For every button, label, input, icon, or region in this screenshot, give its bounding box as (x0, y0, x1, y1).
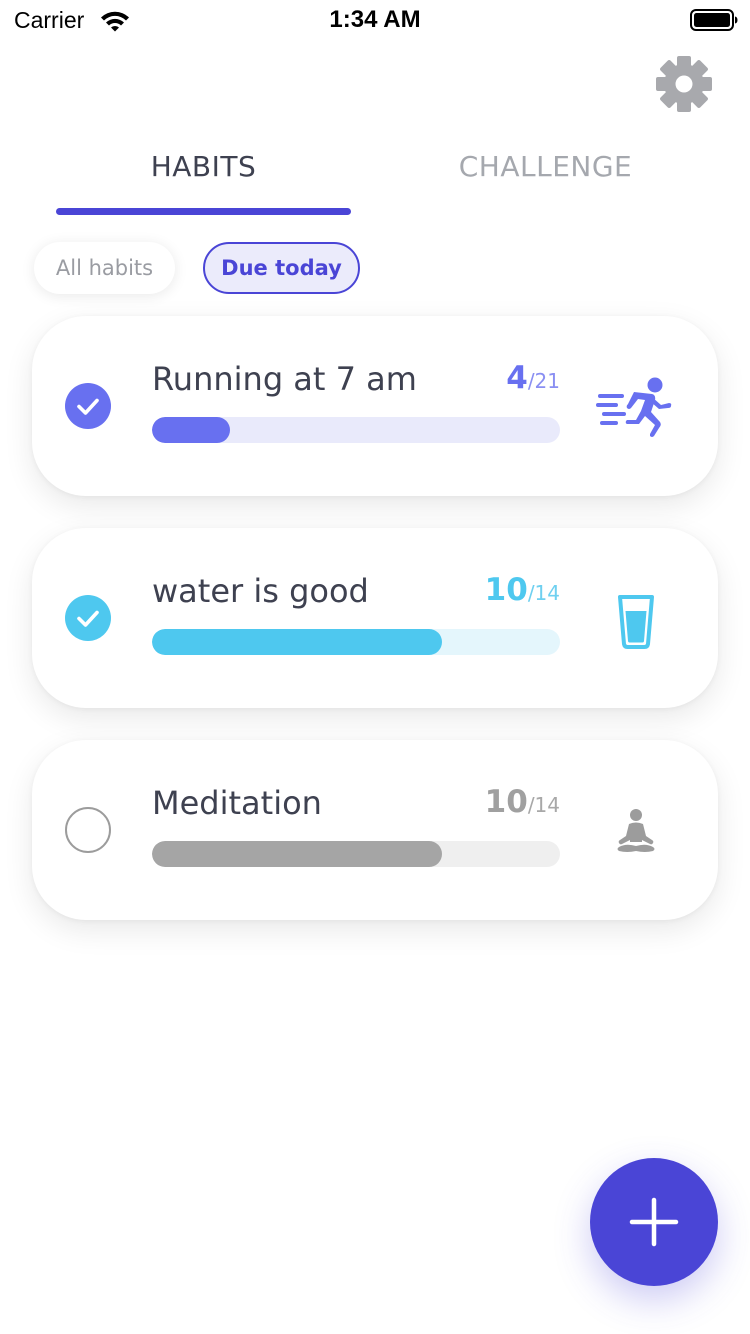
habit-progress-fill (152, 841, 442, 867)
habit-total-count: /14 (527, 793, 560, 817)
habit-progress-bar (152, 629, 560, 655)
plus-icon (629, 1197, 679, 1247)
add-habit-button[interactable] (590, 1158, 718, 1286)
habit-progress-bar (152, 841, 560, 867)
clock: 1:34 AM (329, 6, 421, 33)
checkmark-icon (65, 383, 111, 429)
habit-done-count: 4 (506, 360, 528, 396)
habit-progress-count: 10/14 (485, 572, 560, 608)
status-bar: Carrier 1:34 AM (0, 0, 750, 40)
checkmark-icon (65, 595, 111, 641)
gear-icon[interactable] (652, 52, 716, 116)
habit-progress-count: 4/21 (506, 360, 560, 396)
meditation-icon (596, 790, 676, 870)
habit-progress-count: 10/14 (485, 784, 560, 820)
tab-habits[interactable]: HABITS (56, 150, 351, 194)
tab-challenge[interactable]: CHALLENGE (398, 150, 693, 194)
habit-progress-fill (152, 417, 230, 443)
filter-due-today[interactable]: Due today (203, 242, 360, 294)
habit-card-meditation[interactable]: Meditation 10/14 (32, 740, 718, 920)
habit-checkbox-checked[interactable] (65, 383, 111, 429)
habit-progress-bar (152, 417, 560, 443)
habit-name: water is good (152, 572, 369, 610)
habit-card-running[interactable]: Running at 7 am 4/21 (32, 316, 718, 496)
running-icon (594, 366, 674, 446)
habit-card-water[interactable]: water is good 10/14 (32, 528, 718, 708)
habit-checkbox-unchecked[interactable] (65, 807, 111, 853)
habit-checkbox-checked[interactable] (65, 595, 111, 641)
habit-progress-fill (152, 629, 442, 655)
habit-name: Meditation (152, 784, 322, 822)
habit-done-count: 10 (484, 572, 528, 608)
battery-icon (690, 9, 738, 31)
filter-all-habits[interactable]: All habits (34, 242, 175, 294)
habit-total-count: /21 (527, 369, 560, 393)
water-glass-icon (596, 578, 676, 658)
habit-done-count: 10 (484, 784, 528, 820)
active-tab-indicator (56, 208, 351, 215)
habit-total-count: /14 (527, 581, 560, 605)
habit-name: Running at 7 am (152, 360, 417, 398)
habits-screen: Carrier 1:34 AM HABITS CHALLENGE All hab… (0, 0, 750, 1334)
